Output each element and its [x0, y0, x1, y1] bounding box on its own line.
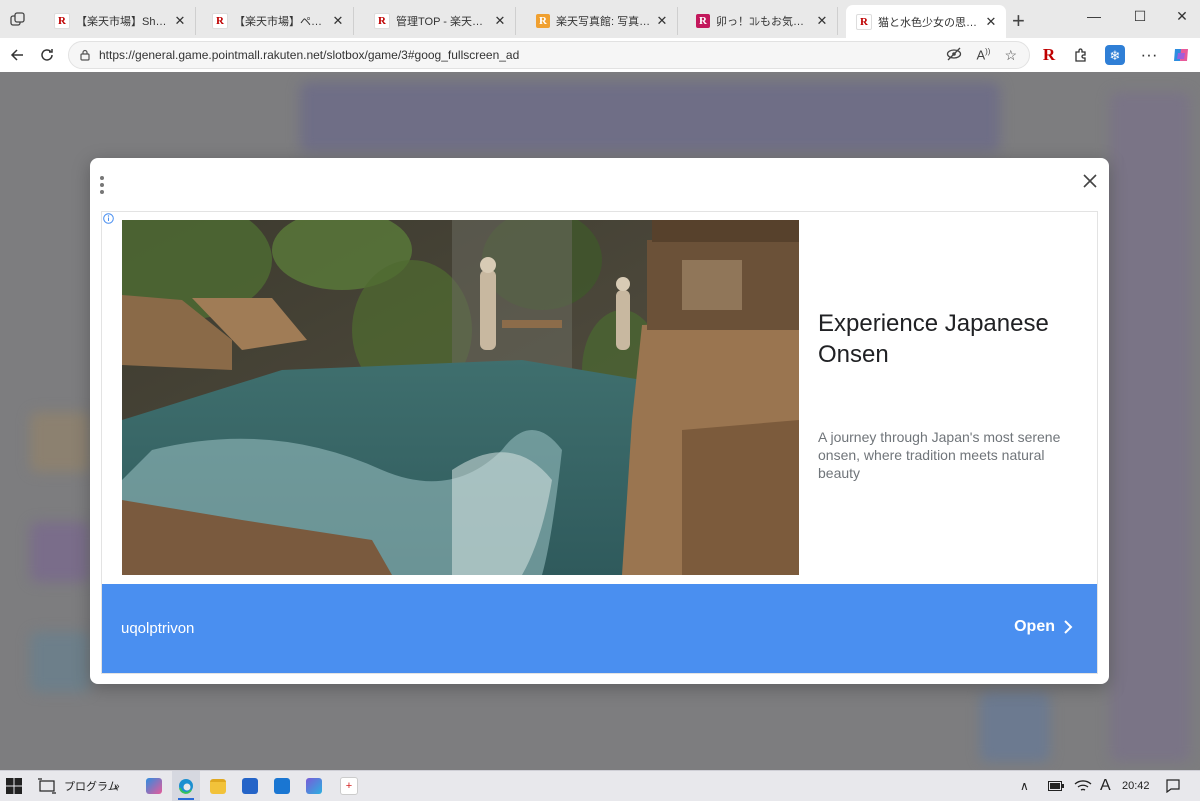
outlook-icon[interactable]	[274, 776, 290, 796]
tab-rakuten-photo[interactable]: R 楽天写真館: 写真プリント ✕	[526, 7, 678, 35]
blurred-page-sidebar	[1110, 92, 1190, 762]
advertiser-name: uqolptrivon	[121, 620, 195, 637]
lock-icon[interactable]	[79, 49, 91, 61]
battery-icon[interactable]	[1048, 776, 1064, 796]
extensions-puzzle-icon[interactable]	[1070, 44, 1092, 66]
tab-title: 猫と水色少女の思い出	[878, 16, 980, 29]
tab-rakuten-pink[interactable]: R 卯っ！ｺﾚもお気軽に ✕	[686, 7, 838, 35]
open-button[interactable]: Open	[1014, 618, 1073, 636]
edge-browser-icon[interactable]	[178, 776, 194, 796]
ad-image-onsen[interactable]	[122, 220, 799, 575]
new-tab-button[interactable]: +	[1012, 8, 1025, 34]
ad-info-icon[interactable]	[103, 213, 114, 224]
store-app-icon[interactable]	[242, 776, 258, 796]
tab-close-icon[interactable]: ✕	[984, 14, 998, 30]
blurred-page-header	[300, 82, 1000, 152]
favorite-star-icon[interactable]: ☆	[1004, 47, 1017, 64]
back-arrow-icon	[10, 49, 23, 61]
fullscreen-ad-dialog: Experience Japanese Onsen A journey thro…	[90, 158, 1109, 684]
tab-title: 楽天写真館: 写真プリント	[556, 16, 651, 28]
notification-icon[interactable]	[1166, 776, 1180, 796]
browser-tab-strip: R 【楽天市場】Shopping is ✕ R 【楽天市場】ページ閲覧 ✕ R …	[0, 0, 1200, 38]
refresh-icon	[41, 49, 53, 61]
tab-close-icon[interactable]: ✕	[815, 13, 829, 29]
more-menu-icon[interactable]: ···	[1138, 44, 1160, 66]
clock[interactable]: 20:42	[1122, 776, 1150, 796]
windows-start-icon[interactable]	[6, 776, 22, 796]
wifi-icon[interactable]	[1074, 776, 1092, 796]
onsen-photo	[122, 220, 799, 575]
blurred-page-item	[980, 692, 1050, 762]
refresh-button[interactable]	[36, 44, 58, 66]
copilot-icon[interactable]	[1170, 44, 1192, 66]
address-bar[interactable]: https://general.game.pointmall.rakuten.n…	[68, 41, 1030, 69]
chevron-right-icon	[1064, 620, 1073, 634]
close-window-button[interactable]: ✕	[1172, 8, 1192, 25]
workspaces-icon[interactable]	[10, 12, 26, 28]
svg-text:❄: ❄	[1110, 49, 1121, 64]
ad-options-menu-icon[interactable]	[100, 176, 104, 197]
photos-app-icon[interactable]	[306, 776, 322, 796]
tab-title: 【楽天市場】Shopping is	[76, 16, 169, 28]
rakuten-favicon-icon: R	[696, 14, 710, 28]
tab-title: 【楽天市場】ページ閲覧	[234, 16, 327, 28]
programs-toolbar-label[interactable]: プログラム	[64, 776, 119, 796]
profile-avatar-icon[interactable]: ❄	[1104, 44, 1126, 66]
toolbar-expand-icon[interactable]: »	[114, 776, 120, 796]
back-button[interactable]	[6, 44, 28, 66]
maximize-button[interactable]: ☐	[1130, 8, 1150, 25]
task-view-icon[interactable]	[38, 776, 56, 796]
tab-close-icon[interactable]: ✕	[493, 13, 507, 29]
tab-rakuten-history[interactable]: R 【楽天市場】ページ閲覧 ✕	[202, 7, 354, 35]
tab-active-game[interactable]: R 猫と水色少女の思い出 ✕	[846, 5, 1006, 38]
browser-toolbar: https://general.game.pointmall.rakuten.n…	[0, 38, 1200, 73]
tab-title: 管理TOP - 楽天ブログ	[396, 16, 489, 28]
ad-description: A journey through Japan's most serene on…	[818, 429, 1061, 481]
close-ad-icon[interactable]	[1079, 170, 1101, 192]
ime-indicator[interactable]: A	[1100, 776, 1111, 796]
app-red-icon[interactable]: +	[340, 776, 358, 796]
windows-taskbar: プログラム » + ∧ A 20:42	[0, 770, 1200, 801]
copilot-taskbar-icon[interactable]	[146, 776, 162, 796]
minimize-button[interactable]: —	[1084, 8, 1104, 24]
blurred-page-item	[30, 522, 90, 582]
blurred-page-item	[30, 632, 90, 692]
tab-close-icon[interactable]: ✕	[173, 13, 187, 29]
rakuten-favicon-icon: R	[212, 13, 228, 29]
tab-close-icon[interactable]: ✕	[331, 13, 345, 29]
tracking-prevention-icon[interactable]	[946, 47, 962, 64]
rakuten-favicon-icon: R	[374, 13, 390, 29]
ad-card[interactable]: Experience Japanese Onsen A journey thro…	[101, 211, 1098, 674]
url-text: https://general.game.pointmall.rakuten.n…	[99, 48, 520, 62]
tab-rakuten-shopping[interactable]: R 【楽天市場】Shopping is ✕	[44, 7, 196, 35]
ad-cta-bar[interactable]: uqolptrivon Open	[102, 584, 1097, 673]
read-aloud-icon[interactable]: A))	[976, 47, 990, 64]
blurred-page-item	[30, 412, 90, 472]
file-explorer-icon[interactable]	[210, 776, 226, 796]
rakuten-favicon-icon: R	[856, 13, 872, 30]
chevron-up-icon[interactable]: ∧	[1020, 776, 1029, 796]
rakuten-extension-icon[interactable]: R	[1038, 44, 1060, 66]
rakuten-favicon-icon: R	[54, 13, 70, 29]
ad-text-block: Experience Japanese Onsen A journey thro…	[818, 308, 1083, 482]
tab-close-icon[interactable]: ✕	[655, 13, 669, 29]
ad-headline[interactable]: Experience Japanese Onsen	[818, 308, 1083, 370]
open-button-label: Open	[1014, 618, 1055, 635]
rakuten-photo-favicon-icon: R	[536, 14, 550, 28]
tab-rakuten-blog[interactable]: R 管理TOP - 楽天ブログ ✕	[364, 7, 516, 35]
tab-title: 卯っ！ｺﾚもお気軽に	[716, 16, 811, 28]
